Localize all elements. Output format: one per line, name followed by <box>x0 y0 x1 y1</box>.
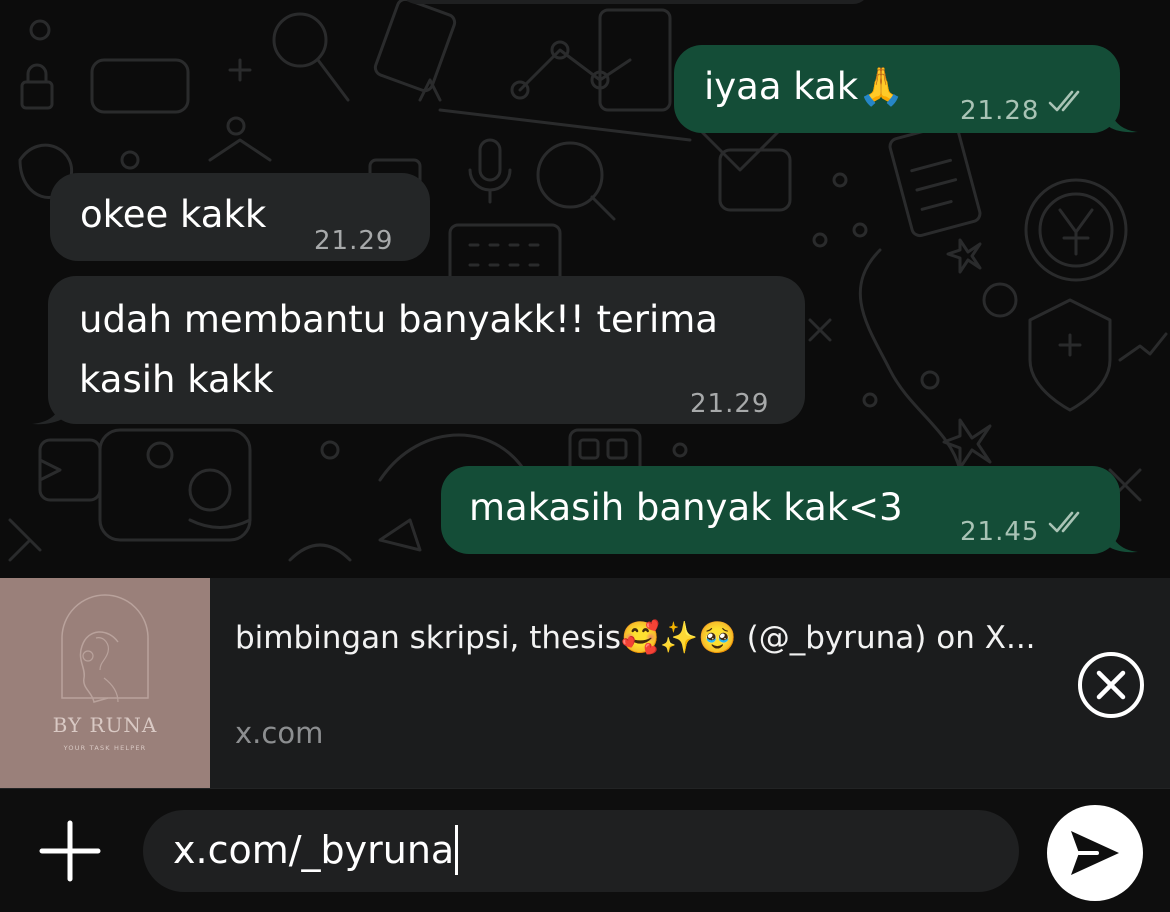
message-time: 21.29 <box>690 389 770 419</box>
close-circle-icon[interactable] <box>1077 651 1145 719</box>
message-time: 21.29 <box>314 226 394 256</box>
previous-message-bubble <box>400 0 870 4</box>
message-time: 21.28 <box>960 96 1040 126</box>
chat-screen: iyaa kak🙏 21.28 okee kakk 21.29 udah mem… <box>0 0 1170 912</box>
message-text: makasih banyak kak<3 <box>469 486 903 529</box>
message-bubble[interactable]: iyaa kak🙏 21.28 <box>674 45 1120 133</box>
thumbnail-tagline-text: YOUR TASK HELPER <box>63 744 147 752</box>
plus-icon[interactable] <box>38 819 102 883</box>
message-text-line: kasih kakk <box>79 358 274 401</box>
message-bubble[interactable]: makasih banyak kak<3 21.45 <box>441 466 1120 554</box>
message-list[interactable]: iyaa kak🙏 21.28 okee kakk 21.29 udah mem… <box>0 0 1170 578</box>
link-preview[interactable]: BY RUNA YOUR TASK HELPER bimbingan skrip… <box>0 578 1170 788</box>
message-text-line: udah membantu banyakk!! terima <box>79 298 718 341</box>
thumbnail-brand-text: BY RUNA <box>53 713 158 737</box>
message-input-value-wrap: x.com/_byruna <box>173 822 459 878</box>
link-preview-domain: x.com <box>235 716 324 750</box>
by-runa-logo: BY RUNA YOUR TASK HELPER <box>53 594 158 752</box>
message-time: 21.45 <box>960 517 1040 547</box>
message-bubble[interactable]: udah membantu banyakk!! terima kasih kak… <box>48 276 805 424</box>
message-text: okee kakk <box>80 193 267 236</box>
message-text: iyaa kak🙏 <box>704 65 905 108</box>
send-button[interactable] <box>1047 805 1143 901</box>
message-input-value: x.com/_byruna <box>173 828 455 872</box>
text-caret <box>455 824 459 875</box>
message-bubble[interactable]: okee kakk 21.29 <box>50 173 430 261</box>
link-preview-thumbnail: BY RUNA YOUR TASK HELPER <box>0 578 210 788</box>
read-receipt-icon <box>1048 90 1080 112</box>
link-preview-title: bimbingan skripsi, thesis🥰✨🥹 (@_byruna) … <box>235 620 1036 656</box>
message-composer: x.com/_byruna <box>0 788 1170 912</box>
message-input[interactable]: x.com/_byruna <box>143 810 1125 892</box>
send-icon <box>1071 831 1119 875</box>
read-receipt-icon <box>1048 511 1080 533</box>
